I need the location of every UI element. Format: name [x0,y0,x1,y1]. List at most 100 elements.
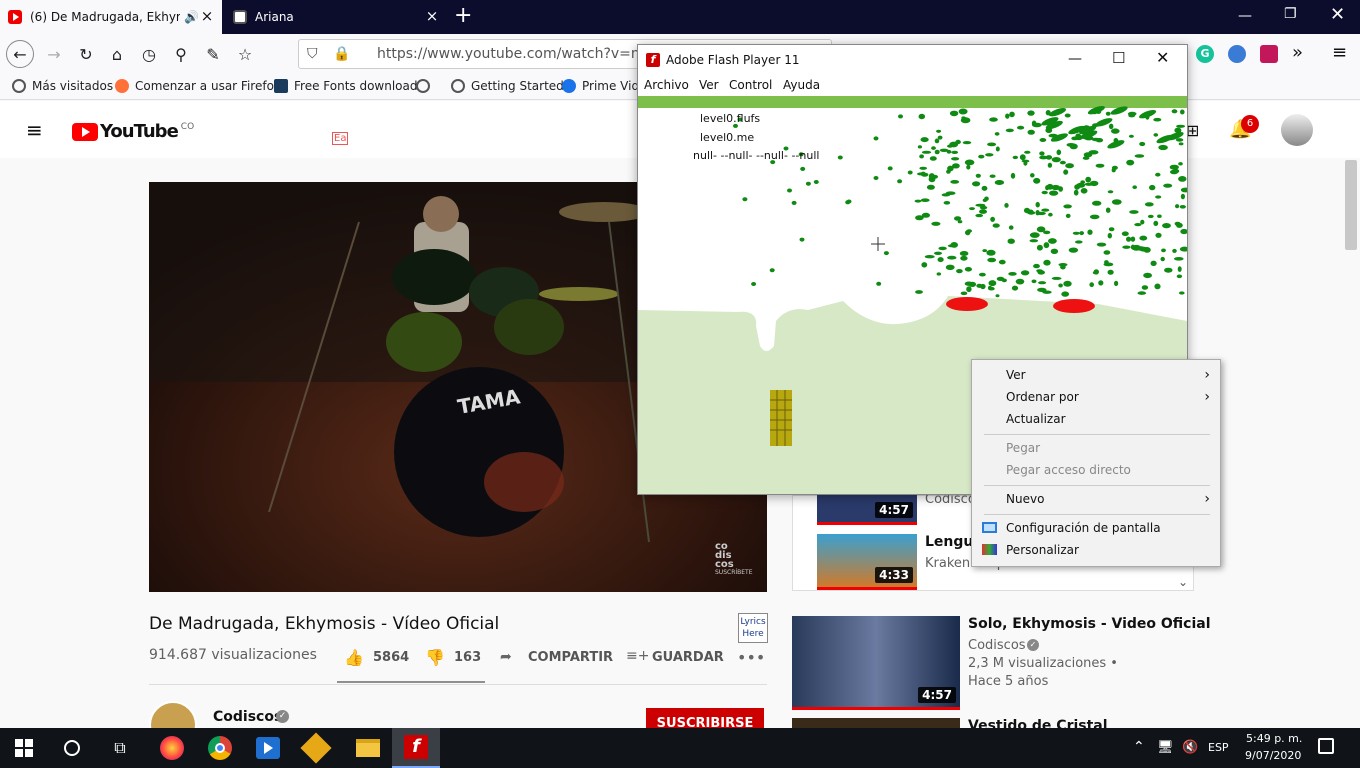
menu-item-configuracion-pantalla[interactable]: Configuración de pantalla [972,517,1220,539]
new-tab-button[interactable]: + [454,3,472,28]
clock-time[interactable]: 5:49 p. m. [1246,732,1302,745]
green-particle [962,141,972,145]
related-thumbnail[interactable] [792,718,960,728]
like-count[interactable]: 5864 [373,650,409,665]
bookmark-getting-started[interactable]: Getting Started [451,79,564,93]
language-indicator[interactable]: ESP [1208,741,1229,754]
network-icon[interactable]: 🖥 [1157,740,1174,755]
flash-maximize-button[interactable]: ☐ [1112,49,1125,67]
related-channel[interactable]: Codiscos [968,638,1026,653]
green-particle [987,142,997,147]
download-extension-icon[interactable] [1260,45,1278,63]
prime-icon [562,79,576,93]
shield-icon[interactable]: ⛉ [307,40,318,68]
menu-item-ver[interactable]: Ver › [972,364,1220,386]
menu-item-ordenar-por[interactable]: Ordenar por › [972,386,1220,408]
green-particle [945,264,955,270]
avatar[interactable] [1281,114,1313,146]
bookmark-firefox[interactable]: Comenzar a usar Firefox [115,79,281,93]
clock-date[interactable]: 9/07/2020 [1245,749,1301,762]
flash-close-button[interactable]: ✕ [1156,48,1169,67]
media-player-taskbar-icon[interactable] [244,728,292,768]
volume-muted-icon[interactable]: 🔇 [1182,740,1198,755]
green-particle [1042,290,1052,294]
flash-title-bar[interactable]: f Adobe Flash Player 11 — ☐ ✕ [638,45,1187,76]
green-particle [1153,220,1159,226]
more-actions-icon[interactable]: ••• [737,648,765,667]
subscribe-button[interactable]: SUSCRIBIRSE [646,708,764,728]
history-icon[interactable]: ◷ [135,40,163,68]
menu-ver[interactable]: Ver [699,78,719,92]
green-particle [1084,182,1094,186]
green-particle [1121,231,1129,236]
green-particle [1047,162,1053,168]
menu-item-actualizar[interactable]: Actualizar [972,408,1220,430]
bookmark-mas-visitados[interactable]: Más visitados [12,79,113,93]
tools-icon[interactable]: ✎ [199,40,227,68]
save-button[interactable]: GUARDAR [652,650,724,665]
green-particle [1104,260,1109,265]
start-button[interactable] [0,728,48,768]
flash-minimize-button[interactable]: — [1068,51,1082,67]
tab-ariana[interactable]: Ariana × [225,0,447,34]
overflow-chevron-icon[interactable]: » [1292,42,1303,63]
share-button[interactable]: COMPARTIR [528,650,613,665]
menu-control[interactable]: Control [729,78,772,92]
reload-button[interactable]: ↻ [72,40,100,68]
hamburger-menu-icon[interactable]: ≡ [1332,42,1347,63]
chrome-taskbar-icon[interactable] [196,728,244,768]
scroll-chevron-down-icon[interactable]: ⌄ [1178,575,1188,589]
search-icon[interactable]: ⚲ [167,40,195,68]
search-circle-icon[interactable] [48,728,96,768]
lock-icon[interactable]: 🔒 [333,40,350,68]
lyrics-card[interactable]: Lyrics Here [738,613,768,643]
grammarly-extension-icon[interactable]: G [1196,45,1214,63]
like-icon[interactable]: 👍 [344,648,364,667]
related-thumbnail[interactable]: 4:57 [817,495,917,525]
task-view-icon[interactable]: ⧉ [96,728,144,768]
tab-close-icon[interactable]: × [425,9,439,24]
home-icon[interactable]: ⌂ [103,40,131,68]
forward-button[interactable]: → [40,40,68,68]
notification-center-icon[interactable] [1318,738,1334,754]
firefox-taskbar-icon[interactable] [148,728,196,768]
back-button[interactable]: ← [6,40,34,68]
green-particle [1007,238,1015,244]
tab-close-icon[interactable]: × [200,9,214,24]
dislike-count[interactable]: 163 [454,650,481,665]
menu-item-personalizar[interactable]: Personalizar [972,539,1220,561]
green-particle [1155,195,1162,199]
green-particle [946,149,952,154]
related-title[interactable]: Solo, Ekhymosis - Video Oficial [968,616,1211,632]
flash-taskbar-icon[interactable]: f [392,728,440,768]
menu-item-nuevo[interactable]: Nuevo › [972,488,1220,510]
window-restore-button[interactable]: ❐ [1284,6,1297,22]
globe-extension-icon[interactable] [1228,45,1246,63]
speaker-icon[interactable]: 🔊 [184,10,199,24]
channel-name[interactable]: Codiscos [213,709,282,725]
dislike-icon[interactable]: 👎 [425,648,445,667]
app-taskbar-icon[interactable] [292,728,340,768]
file-explorer-taskbar-icon[interactable] [344,728,392,768]
youtube-logo[interactable]: YouTube CO [72,121,194,142]
guide-menu-icon[interactable]: ≡ [26,118,43,142]
menu-archivo[interactable]: Archivo [644,78,689,92]
chevron-right-icon: › [1204,491,1210,507]
tray-chevron-up-icon[interactable]: ⌃ [1133,739,1145,755]
page-scrollbar[interactable] [1345,160,1357,250]
share-icon[interactable]: ➦ [500,649,512,665]
add-to-playlist-icon[interactable]: ≡+ [626,648,649,664]
bookmark-star-icon[interactable]: ☆ [231,40,259,68]
bookmark-free-fonts[interactable]: Free Fonts download [274,79,418,93]
green-particle [1079,231,1084,236]
tab-youtube[interactable]: (6) De Madrugada, Ekhymosis 🔊 × [0,0,222,34]
related-thumbnail[interactable]: 4:57 [792,616,960,710]
apps-grid-icon[interactable]: ⊞ [1186,121,1199,140]
bookmark-prime-video[interactable]: Prime Vide [562,79,646,93]
related-thumbnail[interactable]: 4:33 [817,534,917,590]
window-close-button[interactable]: ✕ [1330,4,1345,25]
related-title[interactable]: Vestido de Cristal [968,717,1108,728]
window-minimize-button[interactable]: — [1238,8,1252,24]
menu-ayuda[interactable]: Ayuda [783,78,820,92]
bookmark-globe[interactable] [416,79,436,93]
